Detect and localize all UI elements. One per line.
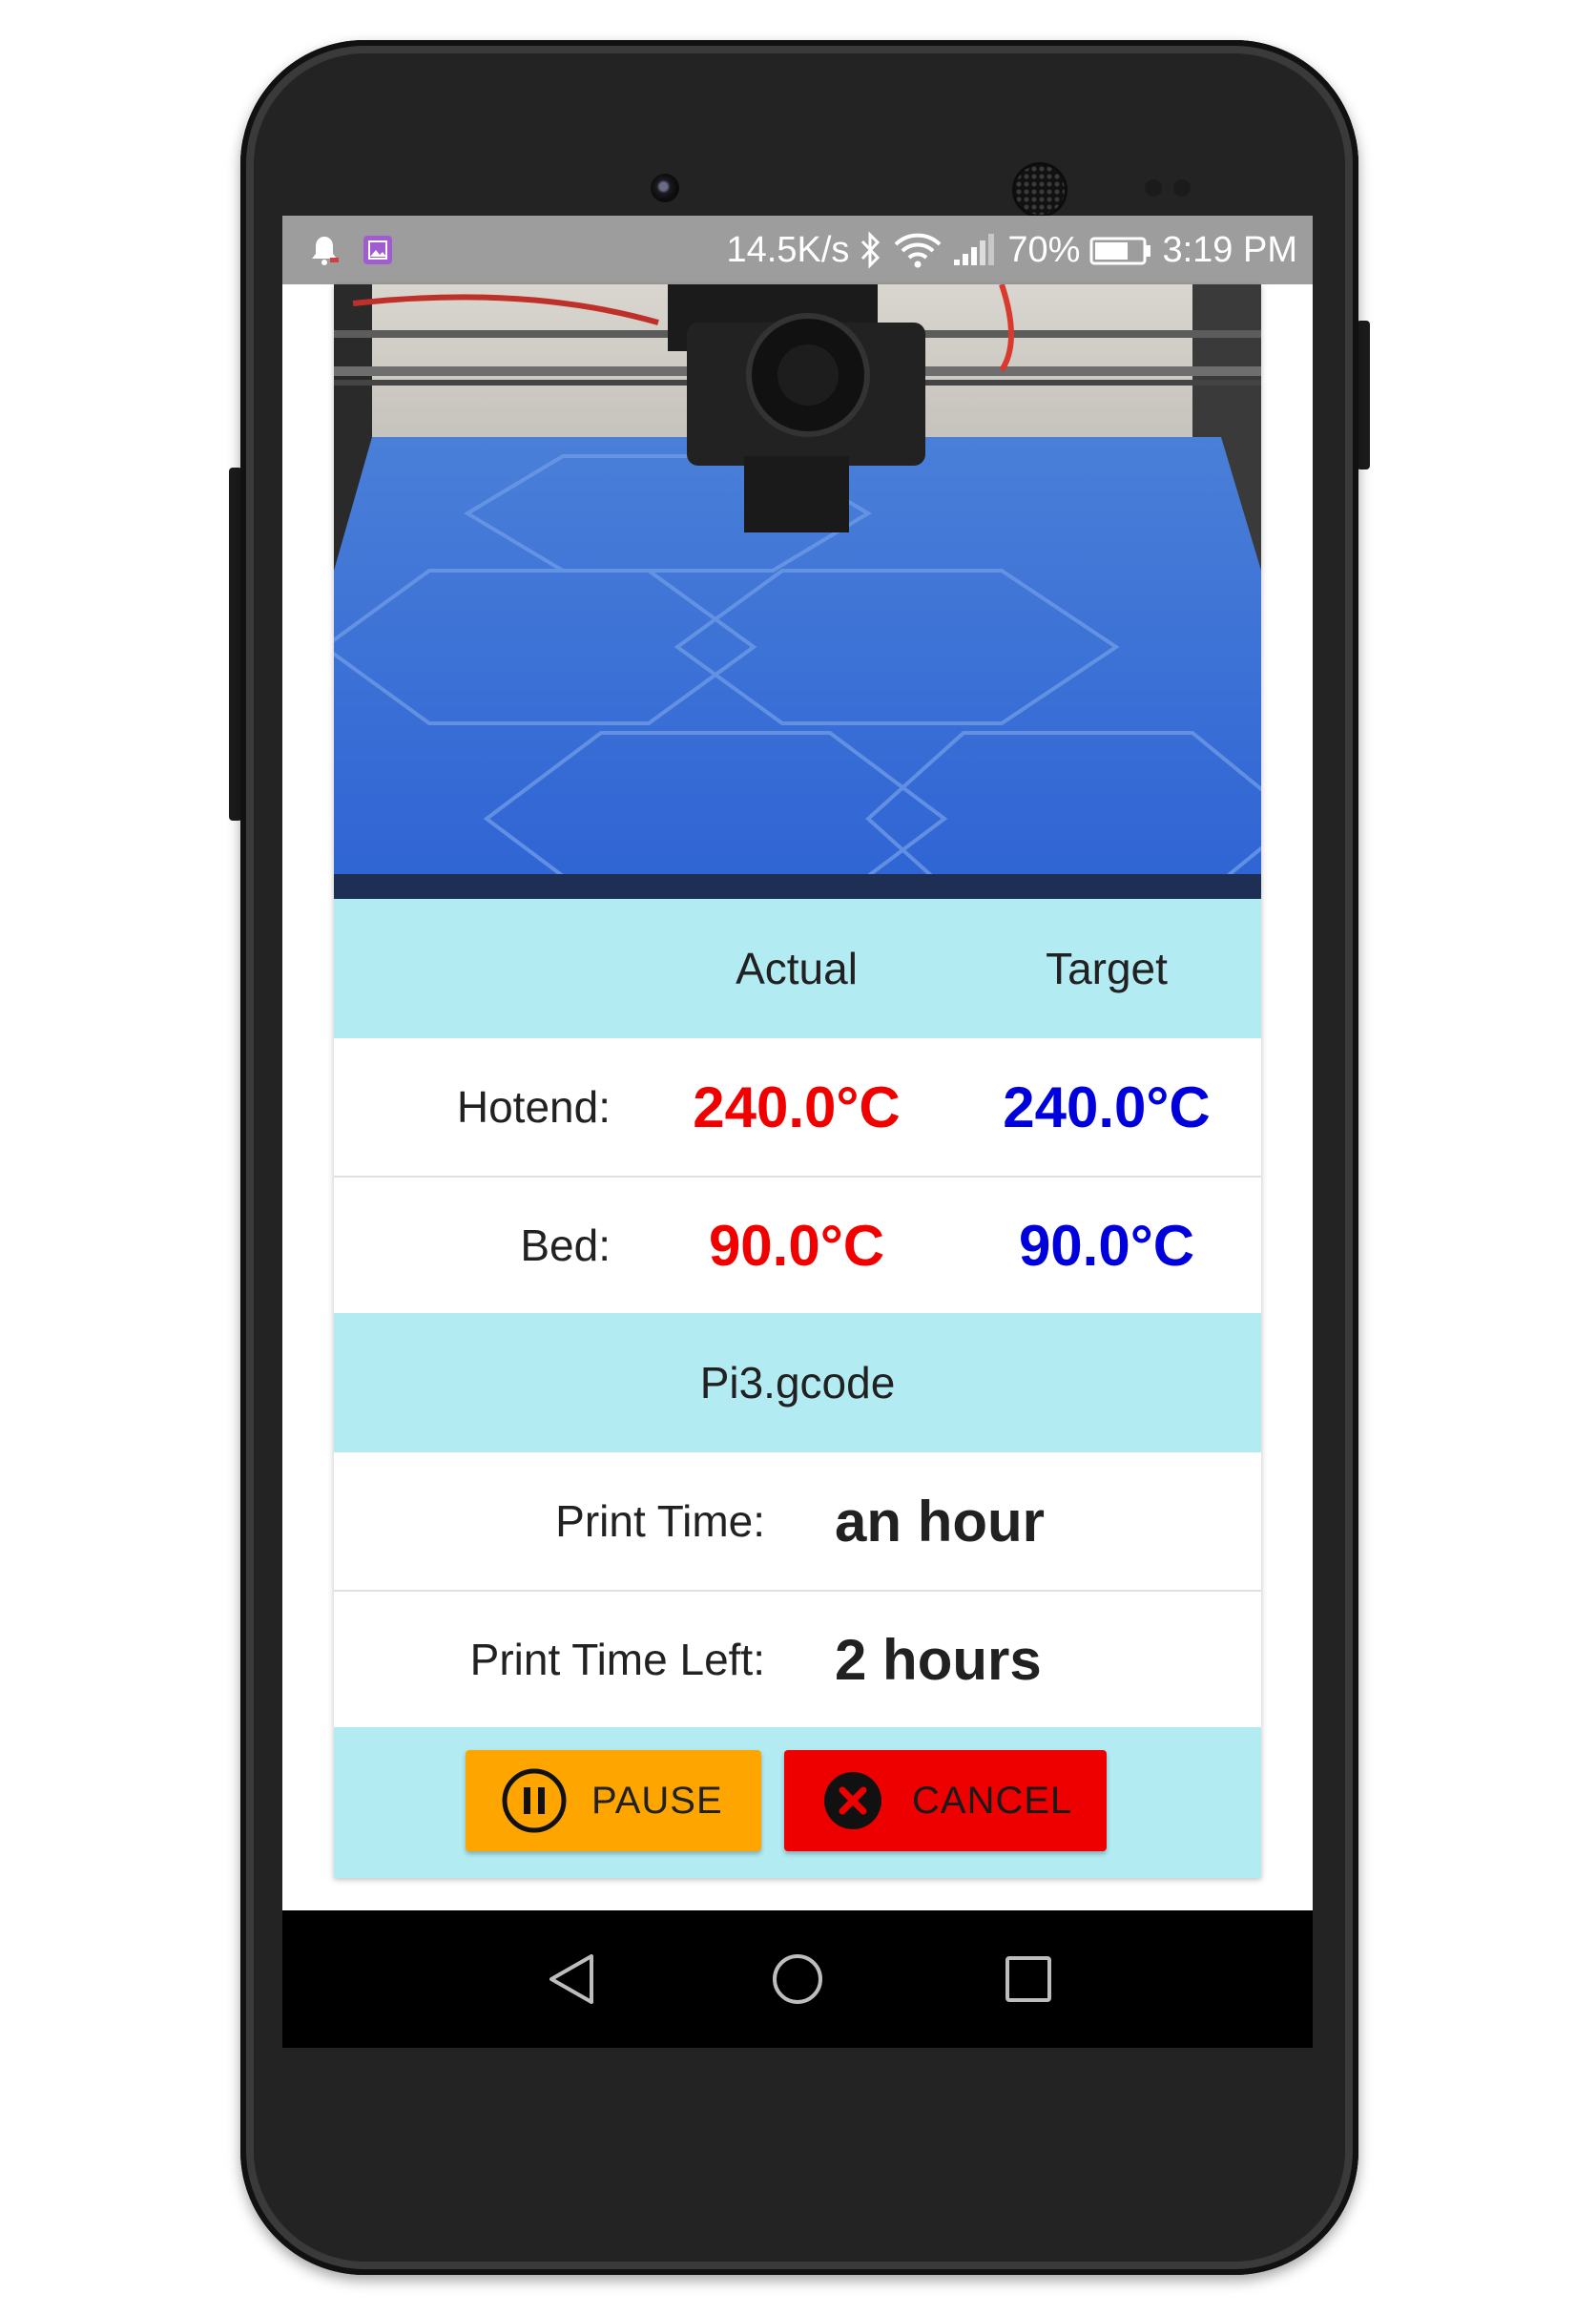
image-icon	[363, 236, 392, 264]
proximity-sensor	[1145, 179, 1162, 197]
earpiece-speaker	[1012, 162, 1067, 218]
bed-actual-temp: 90.0°C	[708, 1213, 885, 1278]
print-time-label: Print Time:	[555, 1496, 765, 1546]
bluetooth-icon	[861, 231, 881, 269]
cancel-icon	[824, 1772, 881, 1829]
print-time-left-value: 2 hours	[835, 1627, 1042, 1692]
bed-target-temp[interactable]: 90.0°C	[964, 1178, 1250, 1313]
home-icon[interactable]	[771, 1952, 824, 2006]
bed-temperature-row: Bed: 90.0°C 90.0°C	[334, 1178, 1261, 1313]
pause-icon	[502, 1768, 567, 1833]
actual-column-header: Actual	[736, 944, 858, 993]
phone-power-button	[1357, 321, 1370, 469]
cancel-button-label: CANCEL	[912, 1779, 1073, 1822]
hotend-actual-temp: 240.0°C	[693, 1074, 901, 1139]
job-actions-row: PAUSE CANCEL	[334, 1727, 1261, 1878]
network-speed: 14.5K/s	[726, 229, 850, 270]
status-clock: 3:19 PM	[1162, 229, 1297, 270]
print-time-value: an hour	[835, 1489, 1045, 1554]
system-navigation-bar	[282, 1910, 1313, 2048]
pause-button[interactable]: PAUSE	[466, 1750, 761, 1851]
pause-button-label: PAUSE	[591, 1779, 723, 1822]
print-time-left-label: Print Time Left:	[469, 1635, 765, 1684]
hotend-label: Hotend:	[456, 1082, 611, 1132]
printer-status-card: Actual Target Hotend: 240.0°C 240.0°C Be…	[334, 284, 1261, 1878]
target-column-header: Target	[1046, 944, 1168, 993]
print-time-row: Print Time: an hour	[334, 1452, 1261, 1592]
back-icon[interactable]	[546, 1952, 599, 2006]
print-time-left-row: Print Time Left: 2 hours	[334, 1592, 1261, 1727]
job-file-name: Pi3.gcode	[699, 1358, 896, 1408]
front-camera	[651, 174, 679, 202]
wifi-icon	[895, 233, 942, 268]
status-bar: 14.5K/s 70% 3:19 PM	[282, 216, 1313, 284]
battery-icon	[1089, 237, 1151, 265]
bell-icon	[312, 237, 339, 265]
recents-icon[interactable]	[1002, 1952, 1055, 2006]
cancel-button[interactable]: CANCEL	[784, 1750, 1107, 1851]
device-screen: 14.5K/s 70% 3:19 PM Actual Target Hotend…	[282, 216, 1313, 2048]
temperature-header-row: Actual Target	[334, 899, 1261, 1038]
signal-icon	[954, 234, 995, 265]
bed-label: Bed:	[520, 1220, 611, 1270]
light-sensor	[1173, 179, 1191, 197]
battery-percent: 70%	[1007, 229, 1081, 270]
webcam-image	[334, 284, 1261, 899]
job-file-row: Pi3.gcode	[334, 1313, 1261, 1452]
hotend-temperature-row: Hotend: 240.0°C 240.0°C	[334, 1038, 1261, 1178]
hotend-target-temp[interactable]: 240.0°C	[964, 1038, 1250, 1176]
